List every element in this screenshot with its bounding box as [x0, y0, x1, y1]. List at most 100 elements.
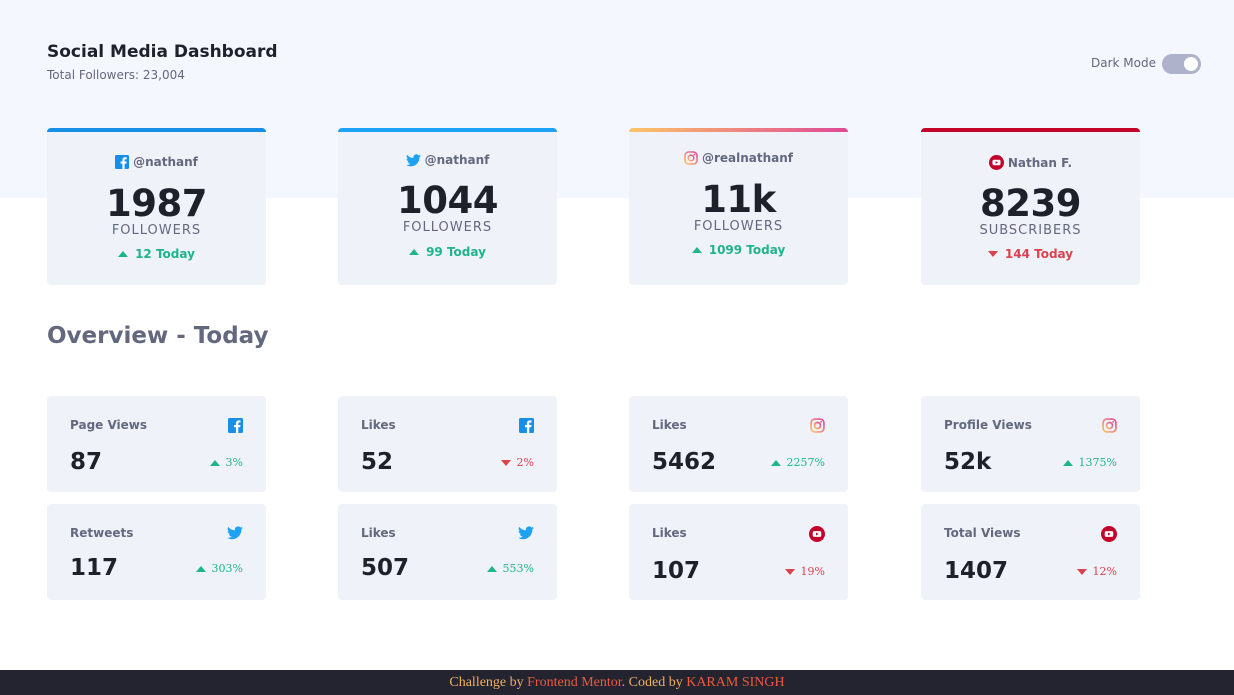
overview-percent-text: 1375%: [1078, 456, 1117, 469]
overview-percent-text: 3%: [225, 456, 243, 469]
overview-value: 117: [70, 555, 119, 581]
overview-label: Likes: [361, 418, 396, 432]
overview-value: 507: [361, 555, 410, 581]
overview-percent: 3%: [209, 456, 243, 469]
overview-value: 107: [652, 558, 701, 584]
followers-count: 11k: [701, 178, 776, 221]
overview-percent: 553%: [486, 562, 534, 575]
arrow-down-icon: [784, 568, 795, 575]
card-handle: @nathanf: [424, 153, 490, 167]
followers-count: 1987: [106, 182, 207, 225]
arrow-up-icon: [209, 459, 220, 466]
overview-card-page-views[interactable]: Page Views 87 3%: [47, 396, 266, 492]
instagram-icon: [1102, 418, 1117, 433]
overview-card-youtube-likes[interactable]: Likes 107 19%: [629, 504, 848, 600]
overview-card-retweets[interactable]: Retweets 117 303%: [47, 504, 266, 600]
today-change-text: 12 Today: [135, 247, 195, 261]
footer-attribution: Challenge by Frontend Mentor. Coded by K…: [0, 670, 1234, 695]
youtube-icon: [1101, 526, 1117, 542]
followers-unit: FOLLOWERS: [693, 219, 784, 234]
overview-percent-text: 2257%: [786, 456, 825, 469]
dark-mode-toggle[interactable]: [1162, 54, 1201, 74]
today-change: 1099 Today: [629, 243, 848, 257]
overview-title: Overview - Today: [47, 323, 269, 349]
overview-percent: 19%: [784, 565, 825, 578]
instagram-icon: [810, 418, 825, 433]
today-change-text: 99 Today: [426, 245, 486, 259]
youtube-icon: [809, 526, 825, 542]
overview-percent: 1375%: [1062, 456, 1117, 469]
arrow-up-icon: [770, 459, 781, 466]
youtube-subscribers-card[interactable]: Nathan F. 8239 SUBSCRIBERS 144 Today: [921, 128, 1140, 285]
subscribers-unit: SUBSCRIBERS: [979, 223, 1082, 238]
overview-percent: 2%: [500, 456, 534, 469]
today-change: 12 Today: [47, 247, 266, 261]
instagram-followers-card[interactable]: @realnathanf 11k FOLLOWERS 1099 Today: [629, 128, 848, 285]
overview-percent: 2257%: [770, 456, 825, 469]
youtube-icon: [988, 155, 1004, 170]
overview-card-facebook-likes[interactable]: Likes 52 2%: [338, 396, 557, 492]
today-change-text: 144 Today: [1004, 247, 1074, 261]
overview-percent-text: 12%: [1092, 565, 1117, 578]
card-handle-row: @nathanf: [47, 155, 266, 169]
author-link[interactable]: KARAM SINGH: [686, 675, 784, 690]
arrow-down-icon: [1076, 568, 1087, 575]
overview-label: Page Views: [70, 418, 148, 432]
dark-mode-label: Dark Mode: [1091, 56, 1156, 70]
total-followers: Total Followers: 23,004: [47, 68, 185, 82]
overview-percent-text: 2%: [516, 456, 534, 469]
arrow-up-icon: [195, 565, 206, 572]
arrow-up-icon: [486, 565, 497, 572]
overview-percent-text: 303%: [211, 562, 243, 575]
followers-unit: FOLLOWERS: [402, 220, 493, 235]
twitter-icon: [227, 526, 243, 540]
overview-card-twitter-likes[interactable]: Likes 507 553%: [338, 504, 557, 600]
overview-label: Likes: [652, 418, 687, 432]
overview-value: 87: [70, 449, 103, 475]
arrow-down-icon: [987, 251, 998, 257]
card-handle: @nathanf: [133, 155, 198, 169]
overview-card-total-views[interactable]: Total Views 1407 12%: [921, 504, 1140, 600]
twitter-icon: [518, 526, 534, 540]
card-accent-bar: [921, 128, 1140, 132]
instagram-icon: [684, 151, 698, 165]
card-accent-bar: [338, 128, 557, 132]
overview-value: 52: [361, 449, 394, 475]
arrow-up-icon: [1062, 459, 1073, 466]
subscribers-count: 8239: [980, 182, 1081, 225]
overview-percent-text: 19%: [800, 565, 825, 578]
toggle-knob[interactable]: [1184, 57, 1198, 71]
twitter-followers-card[interactable]: @nathanf 1044 FOLLOWERS 99 Today: [338, 128, 557, 285]
footer-challenge-text: Challenge by: [449, 675, 524, 690]
card-handle: @realnathanf: [701, 151, 794, 165]
overview-label: Likes: [361, 526, 396, 540]
arrow-down-icon: [500, 459, 511, 466]
overview-value: 1407: [944, 558, 1009, 584]
facebook-followers-card[interactable]: @nathanf 1987 FOLLOWERS 12 Today: [47, 128, 266, 285]
facebook-icon: [115, 155, 130, 169]
overview-card-profile-views[interactable]: Profile Views 52k 1375%: [921, 396, 1140, 492]
today-change: 99 Today: [338, 245, 557, 259]
overview-label: Profile Views: [944, 418, 1032, 432]
overview-percent: 12%: [1076, 565, 1117, 578]
card-handle: Nathan F.: [1007, 155, 1073, 170]
arrow-up-icon: [118, 251, 129, 257]
overview-value: 52k: [944, 449, 992, 475]
twitter-icon: [405, 153, 421, 166]
card-handle-row: Nathan F.: [921, 155, 1140, 170]
overview-card-instagram-likes[interactable]: Likes 5462 2257%: [629, 396, 848, 492]
footer-coded-text: . Coded by: [621, 675, 683, 690]
overview-label: Likes: [652, 526, 687, 540]
overview-percent: 303%: [195, 562, 243, 575]
arrow-up-icon: [691, 247, 702, 253]
facebook-icon: [228, 418, 243, 433]
followers-count: 1044: [397, 179, 498, 222]
overview-value: 5462: [652, 449, 717, 475]
card-accent-bar: [47, 128, 266, 132]
overview-label: Retweets: [70, 526, 134, 540]
followers-unit: FOLLOWERS: [111, 223, 202, 238]
frontend-mentor-link[interactable]: Frontend Mentor: [527, 675, 622, 690]
card-accent-bar: [629, 128, 848, 132]
arrow-up-icon: [409, 249, 420, 255]
page-title: Social Media Dashboard: [47, 42, 278, 62]
